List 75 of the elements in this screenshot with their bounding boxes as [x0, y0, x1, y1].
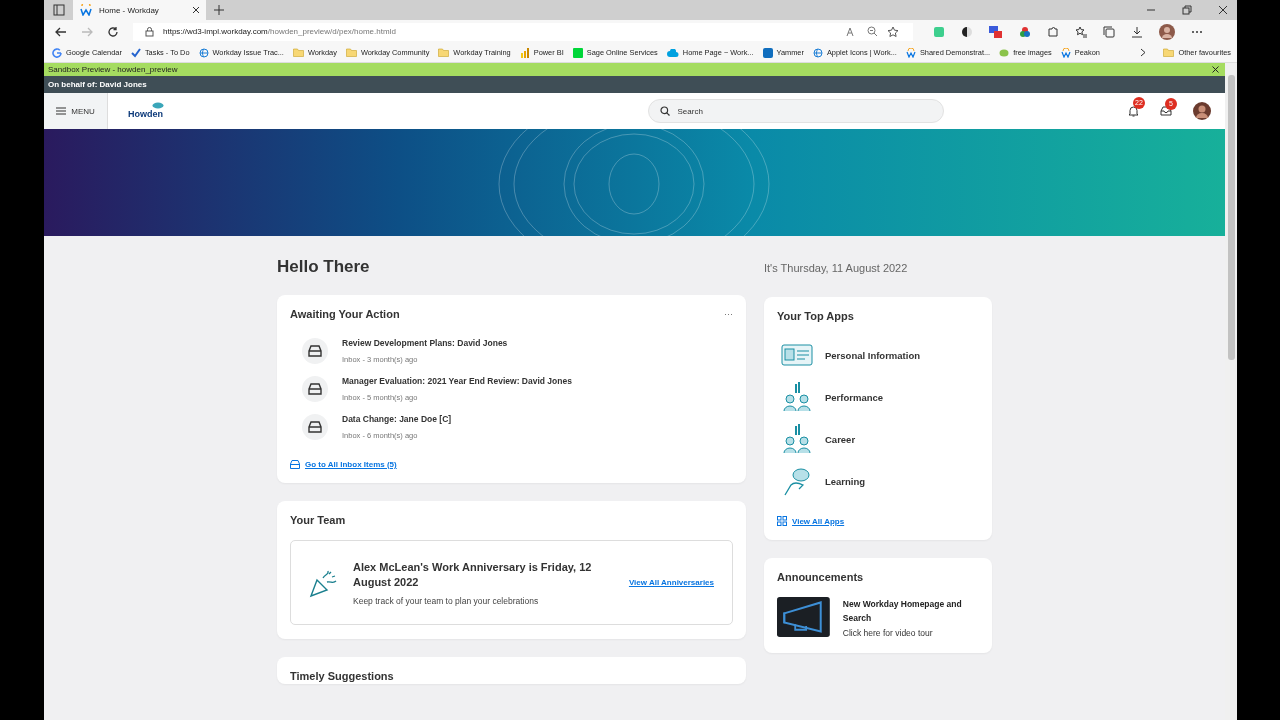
restore-icon[interactable] [1182, 5, 1192, 15]
menu-icon [56, 107, 67, 115]
tab-actions-icon[interactable] [53, 4, 65, 16]
yammer-icon [762, 47, 773, 58]
favourites-icon[interactable] [1075, 25, 1087, 38]
lock-icon [145, 26, 154, 37]
card-title: Your Top Apps [777, 310, 854, 322]
folder-icon [1163, 48, 1175, 57]
greeting: Hello There [277, 256, 371, 277]
checkmark-icon [130, 47, 141, 58]
chevron-right-icon[interactable] [1140, 48, 1147, 57]
menu-button[interactable]: MENU [44, 93, 108, 129]
id-card-icon [781, 344, 813, 366]
download-icon[interactable] [1131, 25, 1143, 38]
close-icon[interactable] [192, 6, 200, 14]
anniversaries-link[interactable]: View All Anniversaries [628, 578, 714, 587]
google-icon [52, 47, 62, 58]
more-button[interactable]: ··· [724, 309, 733, 319]
bell-icon[interactable] [1128, 105, 1139, 117]
inbox-link[interactable]: Go to All Inbox Items (5) [290, 460, 733, 469]
w-logo-icon [905, 47, 916, 58]
bar-chart-icon [519, 47, 530, 58]
favourite-star-icon[interactable] [887, 25, 899, 38]
refresh-icon[interactable] [107, 25, 119, 38]
card-title: Timely Suggestions [290, 670, 394, 682]
sage-icon [572, 47, 583, 58]
extension-icon[interactable] [1019, 25, 1031, 38]
app-item[interactable]: Personal Information [781, 340, 979, 370]
extension-icon[interactable] [989, 25, 1003, 38]
zoom-icon[interactable] [867, 26, 878, 37]
address-field[interactable]: https://wd3-impl.workday.com/howden_preview/d/pex/home.htmld [133, 22, 913, 41]
inbox-icon[interactable] [1160, 106, 1172, 116]
grid-icon [777, 516, 787, 526]
close-icon[interactable] [1218, 5, 1228, 15]
app-item[interactable]: Career [781, 424, 979, 454]
cloud-icon [666, 48, 679, 57]
user-avatar[interactable] [1193, 102, 1211, 120]
app-item[interactable]: Performance [781, 382, 979, 412]
more-icon[interactable] [1191, 29, 1203, 34]
globe-icon [198, 47, 209, 58]
inbox-icon [302, 376, 328, 402]
company-logo[interactable]: Howden [128, 103, 163, 119]
folder-icon [292, 48, 304, 57]
team-chart-icon [781, 382, 813, 412]
inbox-icon [302, 338, 328, 364]
anniversary-headline: Alex McLean's Work Anniversary is Friday, 12 August 2022 [353, 559, 593, 590]
inbox-icon [290, 460, 300, 469]
folder-icon [438, 48, 450, 57]
globe-icon [812, 47, 823, 58]
inbox-icon [302, 414, 328, 440]
contrast-icon[interactable] [961, 25, 973, 38]
on-behalf-label: On behalf of: David Jones [48, 80, 147, 89]
card-title: Awaiting Your Action [290, 308, 400, 320]
card-title: Announcements [777, 571, 864, 583]
w-logo-icon [1060, 47, 1071, 58]
card-title: Your Team [290, 514, 346, 526]
profile-avatar[interactable] [1159, 23, 1175, 40]
megaphone-icon [777, 595, 830, 639]
team-chart-icon [781, 424, 813, 454]
collections-icon[interactable] [1103, 25, 1115, 38]
sandbox-label: Sandbox Preview - howden_preview [48, 65, 178, 74]
workday-logo-icon [80, 4, 92, 16]
browser-tab[interactable]: Home - Workday [73, 0, 206, 20]
search-icon [659, 106, 670, 116]
leaf-icon [999, 47, 1010, 58]
all-apps-link[interactable]: View All Apps [777, 516, 979, 526]
anniversary-hint: Keep track of your team to plan your celebrations [353, 595, 540, 606]
search-field[interactable]: Search [647, 99, 944, 123]
app-item[interactable]: Learning [781, 466, 979, 496]
announcement-item[interactable]: New Workday Homepage and Search Click here for video tour [777, 595, 979, 639]
back-icon[interactable] [55, 25, 67, 38]
close-icon[interactable] [1212, 66, 1219, 73]
folder-icon [345, 48, 357, 57]
current-date: It's Thursday, 11 August 2022 [764, 261, 909, 276]
new-tab-icon[interactable] [214, 5, 224, 15]
